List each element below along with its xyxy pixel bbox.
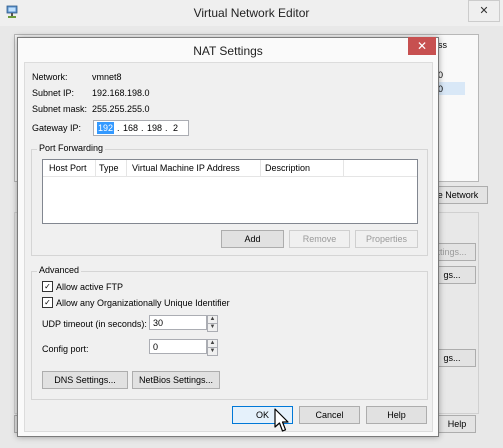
properties-button[interactable]: Properties xyxy=(355,230,418,248)
column-divider xyxy=(126,160,127,176)
gateway-octet-2[interactable]: 168 xyxy=(123,121,138,135)
port-forwarding-list[interactable]: Host Port Type Virtual Machine IP Addres… xyxy=(42,159,418,224)
gateway-octet-3[interactable]: 198 xyxy=(147,121,162,135)
column-divider xyxy=(260,160,261,176)
subnet-ip-value: 192.168.198.0 xyxy=(92,88,150,98)
udp-timeout-field[interactable]: 30 xyxy=(149,315,207,330)
mouse-cursor-icon xyxy=(274,408,289,432)
cancel-button[interactable]: Cancel xyxy=(299,406,360,424)
config-port-label: Config port: xyxy=(42,344,89,354)
port-forwarding-header: Host Port Type Virtual Machine IP Addres… xyxy=(43,160,417,177)
gateway-octet-4[interactable]: 2 xyxy=(173,121,178,135)
column-description[interactable]: Description xyxy=(265,163,310,173)
remove-button[interactable]: Remove xyxy=(289,230,350,248)
help-button[interactable]: Help xyxy=(366,406,427,424)
parent-title-bar: Virtual Network Editor xyxy=(0,0,503,26)
gateway-ip-field[interactable]: 192 . 168 . 198 . 2 xyxy=(93,120,189,136)
gateway-dot: . xyxy=(117,123,120,133)
udp-spin-down-icon[interactable]: ▼ xyxy=(207,323,218,332)
nat-settings-dialog: NAT Settings ✕ Network: vmnet8 Subnet IP… xyxy=(17,37,439,437)
allow-active-ftp-checkbox[interactable]: ✓ xyxy=(42,281,53,292)
allow-oui-checkbox[interactable]: ✓ xyxy=(42,297,53,308)
gateway-octet-1[interactable]: 192 xyxy=(97,122,115,134)
allow-active-ftp-label[interactable]: Allow active FTP xyxy=(56,282,123,292)
subnet-mask-label: Subnet mask: xyxy=(32,104,88,114)
gateway-ip-label: Gateway IP: xyxy=(32,123,82,133)
column-type[interactable]: Type xyxy=(99,163,119,173)
dialog-body: Network: vmnet8 Subnet IP: 192.168.198.0… xyxy=(24,62,433,432)
parent-list-header-fragment: ss xyxy=(438,40,447,50)
advanced-title: Advanced xyxy=(37,265,82,275)
add-button[interactable]: Add xyxy=(221,230,284,248)
column-divider xyxy=(95,160,96,176)
netbios-settings-button[interactable]: NetBios Settings... xyxy=(132,371,220,389)
subnet-ip-label: Subnet IP: xyxy=(32,88,75,98)
dialog-close-button[interactable]: ✕ xyxy=(408,37,436,55)
parent-close-button[interactable]: ✕ xyxy=(468,0,500,22)
parent-help-button[interactable]: Help xyxy=(438,415,476,433)
port-forwarding-title: Port Forwarding xyxy=(37,143,106,153)
config-port-field[interactable]: 0 xyxy=(149,339,207,354)
column-divider xyxy=(343,160,344,176)
network-value: vmnet8 xyxy=(92,72,122,82)
subnet-mask-value: 255.255.255.0 xyxy=(92,104,150,114)
gateway-dot: . xyxy=(141,123,144,133)
config-spin-down-icon[interactable]: ▼ xyxy=(207,347,218,356)
column-host-port[interactable]: Host Port xyxy=(49,163,87,173)
dns-settings-button[interactable]: DNS Settings... xyxy=(42,371,128,389)
gateway-dot: . xyxy=(165,123,168,133)
parent-window-title: Virtual Network Editor xyxy=(193,6,310,20)
column-vm-ip[interactable]: Virtual Machine IP Address xyxy=(132,163,240,173)
dialog-title: NAT Settings xyxy=(193,44,263,58)
network-label: Network: xyxy=(32,72,68,82)
allow-oui-label[interactable]: Allow any Organizationally Unique Identi… xyxy=(56,298,230,308)
udp-timeout-label: UDP timeout (in seconds): xyxy=(42,319,147,329)
